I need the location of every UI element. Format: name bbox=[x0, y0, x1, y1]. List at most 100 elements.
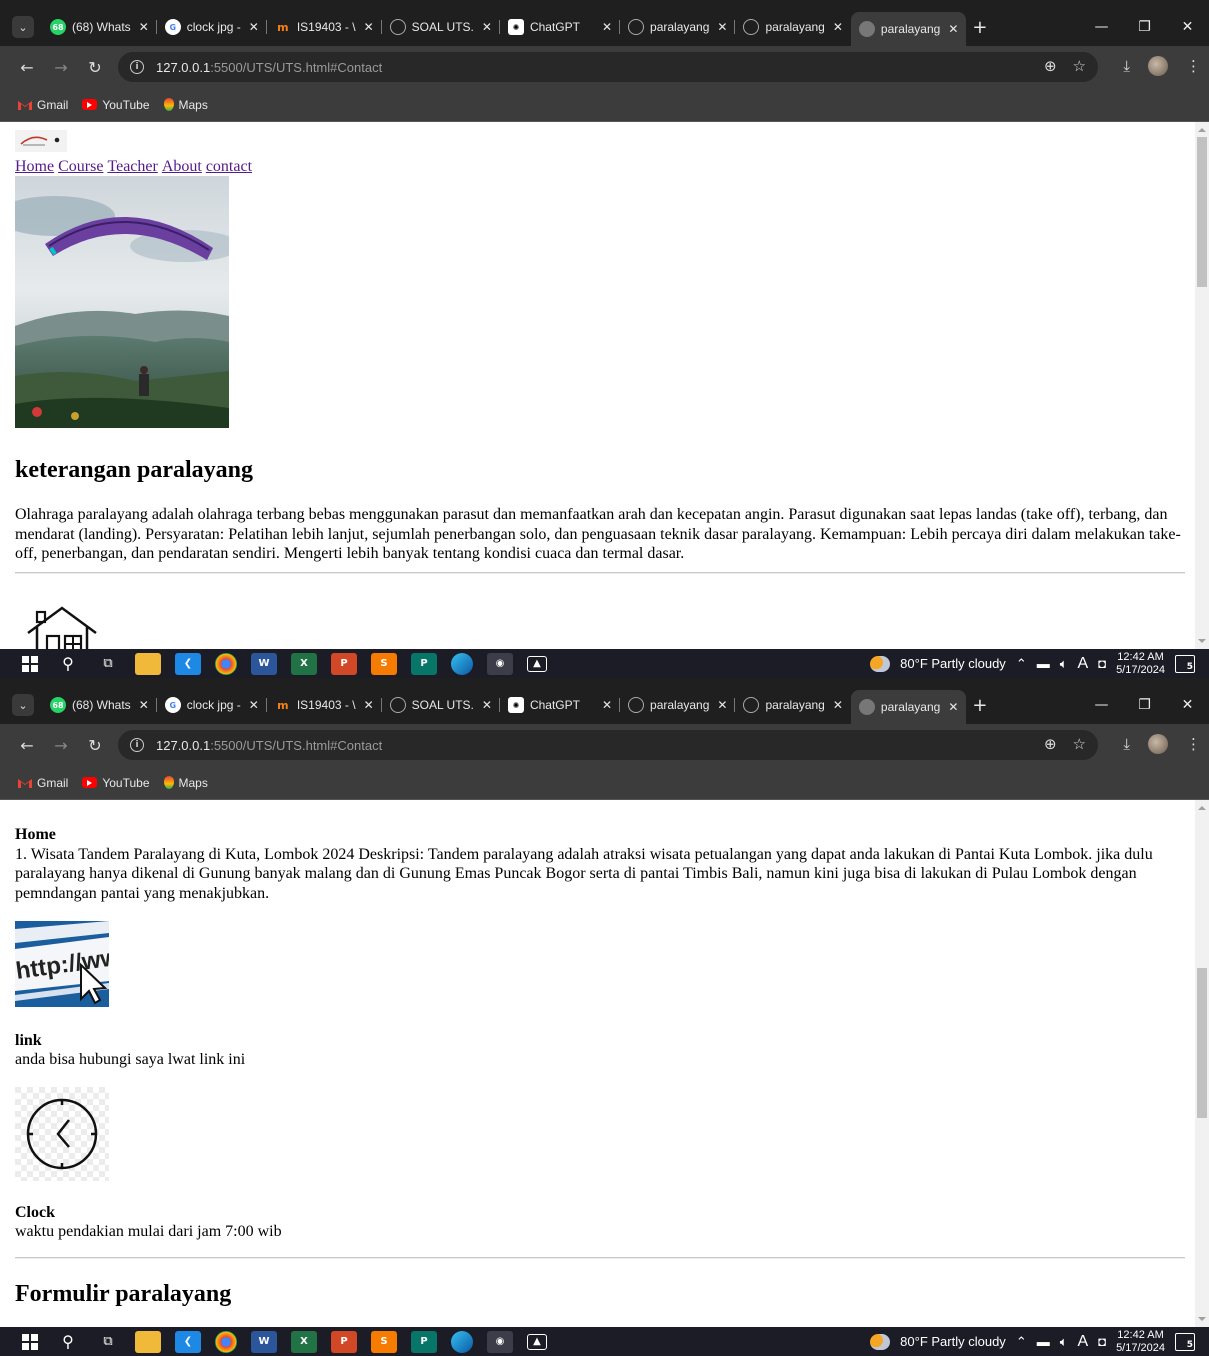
chrome-profile-icon[interactable]: ◉ bbox=[487, 1330, 513, 1353]
bookmark-star-icon[interactable]: ☆ bbox=[1073, 735, 1086, 753]
bookmark-youtube[interactable]: YouTube bbox=[82, 776, 150, 790]
chrome-profile-icon[interactable]: ◉ bbox=[487, 652, 513, 675]
tab-paralayang-1[interactable]: paralayang ✕ bbox=[620, 12, 736, 42]
network-icon[interactable]: ▬ bbox=[1037, 1334, 1050, 1349]
page-scrollbar[interactable] bbox=[1195, 800, 1209, 1327]
menu-kebab-icon[interactable]: ⋮ bbox=[1186, 57, 1201, 75]
tab-google[interactable]: Gclock jpg - ✕ bbox=[157, 12, 267, 42]
notification-icon[interactable]: 5 bbox=[1175, 654, 1195, 673]
reload-icon[interactable]: ↻ bbox=[78, 736, 112, 755]
address-bar[interactable]: i 127.0.0.1:5500/UTS/UTS.html#Contact ⊕ ☆ bbox=[118, 730, 1098, 760]
reload-icon[interactable]: ↻ bbox=[78, 58, 112, 77]
close-icon[interactable]: ✕ bbox=[249, 698, 259, 712]
chevron-up-icon[interactable]: ⌃ bbox=[1016, 656, 1027, 672]
close-icon[interactable]: ✕ bbox=[139, 698, 149, 712]
page-scrollbar[interactable] bbox=[1195, 122, 1209, 649]
weather-text[interactable]: 80°F Partly cloudy bbox=[900, 1334, 1006, 1349]
edge-icon[interactable] bbox=[451, 652, 473, 675]
tab-chatgpt[interactable]: ✺ ChatGPT ✕ bbox=[500, 690, 621, 720]
page-viewport[interactable]: Home 1. Wisata Tandem Paralayang di Kuta… bbox=[7, 800, 1195, 1327]
scroll-down-arrow[interactable] bbox=[1198, 639, 1206, 643]
minimize-icon[interactable]: — bbox=[1080, 8, 1123, 46]
vscode-icon[interactable]: ❮ bbox=[175, 652, 201, 675]
powerpoint-icon[interactable]: P bbox=[331, 1330, 357, 1353]
tab-google[interactable]: Gclock jpg - ✕ bbox=[157, 690, 267, 720]
tab-moodle[interactable]: m IS19403 - \ ✕ bbox=[267, 12, 382, 42]
close-icon[interactable]: ✕ bbox=[139, 20, 149, 34]
new-tab-button[interactable]: + bbox=[972, 17, 987, 38]
zoom-icon[interactable]: ⊕ bbox=[1044, 57, 1057, 75]
bookmark-star-icon[interactable]: ☆ bbox=[1073, 57, 1086, 75]
chrome-icon[interactable] bbox=[215, 652, 237, 675]
tab-soal-uts[interactable]: SOAL UTS. ✕ bbox=[382, 12, 501, 42]
scrollbar-thumb[interactable] bbox=[1197, 968, 1207, 1118]
nav-contact-link[interactable]: contact bbox=[206, 158, 252, 175]
profile-avatar[interactable] bbox=[1148, 734, 1168, 754]
vscode-icon[interactable]: ❮ bbox=[175, 1330, 201, 1353]
tab-moodle[interactable]: m IS19403 - \ ✕ bbox=[267, 690, 382, 720]
sync-icon[interactable]: ◘ bbox=[1098, 1334, 1106, 1349]
nav-about-link[interactable]: About bbox=[162, 158, 202, 175]
bookmark-maps[interactable]: Maps bbox=[163, 776, 208, 790]
new-tab-button[interactable]: + bbox=[972, 695, 987, 716]
close-icon[interactable]: ✕ bbox=[364, 698, 374, 712]
tab-paralayang-2[interactable]: paralayang ✕ bbox=[735, 12, 850, 42]
publisher-icon[interactable]: P bbox=[411, 1330, 437, 1353]
close-icon[interactable]: ✕ bbox=[602, 20, 612, 34]
excel-icon[interactable]: X bbox=[291, 1330, 317, 1353]
volume-icon[interactable]: 🔈︎ bbox=[1060, 656, 1068, 672]
tab-search-button[interactable]: ⌄ bbox=[12, 16, 34, 38]
zoom-icon[interactable]: ⊕ bbox=[1044, 735, 1057, 753]
wps-spreadsheet-icon[interactable]: S bbox=[371, 652, 397, 675]
menu-kebab-icon[interactable]: ⋮ bbox=[1186, 735, 1201, 753]
task-view-icon[interactable]: ⧉ bbox=[95, 1331, 121, 1353]
tab-paralayang-1[interactable]: paralayang ✕ bbox=[620, 690, 736, 720]
minimize-icon[interactable]: — bbox=[1080, 686, 1123, 724]
forward-icon[interactable]: → bbox=[44, 58, 78, 77]
scroll-up-arrow[interactable] bbox=[1198, 128, 1206, 132]
download-icon[interactable]: ⤓ bbox=[1123, 735, 1130, 753]
close-icon[interactable]: ✕ bbox=[482, 698, 492, 712]
bookmark-gmail[interactable]: Gmail bbox=[18, 98, 68, 112]
page-viewport[interactable]: Home Course Teacher About contact ketera… bbox=[7, 122, 1195, 649]
weather-text[interactable]: 80°F Partly cloudy bbox=[900, 656, 1006, 671]
excel-icon[interactable]: X bbox=[291, 652, 317, 675]
bookmark-maps[interactable]: Maps bbox=[163, 98, 208, 112]
chevron-up-icon[interactable]: ⌃ bbox=[1016, 1334, 1027, 1350]
address-bar[interactable]: i 127.0.0.1:5500/UTS/UTS.html#Contact ⊕ ☆ bbox=[118, 52, 1098, 82]
chrome-icon[interactable] bbox=[215, 1330, 237, 1353]
clock[interactable]: 12:42 AM 5/17/2024 bbox=[1116, 1329, 1165, 1355]
sync-icon[interactable]: ◘ bbox=[1098, 656, 1106, 671]
close-icon[interactable]: ✕ bbox=[249, 20, 259, 34]
photos-icon[interactable]: ▲ bbox=[527, 1333, 547, 1350]
photos-icon[interactable]: ▲ bbox=[527, 655, 547, 672]
bookmark-youtube[interactable]: YouTube bbox=[82, 98, 150, 112]
input-language[interactable]: A bbox=[1078, 1333, 1089, 1351]
network-icon[interactable]: ▬ bbox=[1037, 656, 1050, 671]
word-icon[interactable]: W bbox=[251, 652, 277, 675]
edge-icon[interactable] bbox=[451, 1330, 473, 1353]
tab-chatgpt[interactable]: ✺ ChatGPT ✕ bbox=[500, 12, 621, 42]
scrollbar-thumb[interactable] bbox=[1197, 137, 1207, 287]
profile-avatar[interactable] bbox=[1148, 56, 1168, 76]
back-icon[interactable]: ← bbox=[10, 736, 44, 755]
tab-paralayang-2[interactable]: paralayang ✕ bbox=[735, 690, 850, 720]
close-icon[interactable]: ✕ bbox=[717, 20, 727, 34]
windows-start-icon[interactable] bbox=[22, 655, 38, 672]
close-icon[interactable]: ✕ bbox=[948, 22, 958, 36]
windows-start-icon[interactable] bbox=[22, 1333, 38, 1350]
publisher-icon[interactable]: P bbox=[411, 652, 437, 675]
tab-whatsapp[interactable]: 68 (68) Whats ✕ bbox=[42, 690, 157, 720]
close-icon[interactable]: ✕ bbox=[602, 698, 612, 712]
wps-spreadsheet-icon[interactable]: S bbox=[371, 1330, 397, 1353]
search-icon[interactable]: ⚲ bbox=[55, 653, 81, 675]
forward-icon[interactable]: → bbox=[44, 736, 78, 755]
word-icon[interactable]: W bbox=[251, 1330, 277, 1353]
restore-icon[interactable]: ❐ bbox=[1123, 686, 1166, 724]
clock[interactable]: 12:42 AM 5/17/2024 bbox=[1116, 651, 1165, 677]
nav-course-link[interactable]: Course bbox=[58, 158, 103, 175]
download-icon[interactable]: ⤓ bbox=[1123, 57, 1130, 75]
task-view-icon[interactable]: ⧉ bbox=[95, 653, 121, 675]
close-icon[interactable]: ✕ bbox=[948, 700, 958, 714]
bookmark-gmail[interactable]: Gmail bbox=[18, 776, 68, 790]
